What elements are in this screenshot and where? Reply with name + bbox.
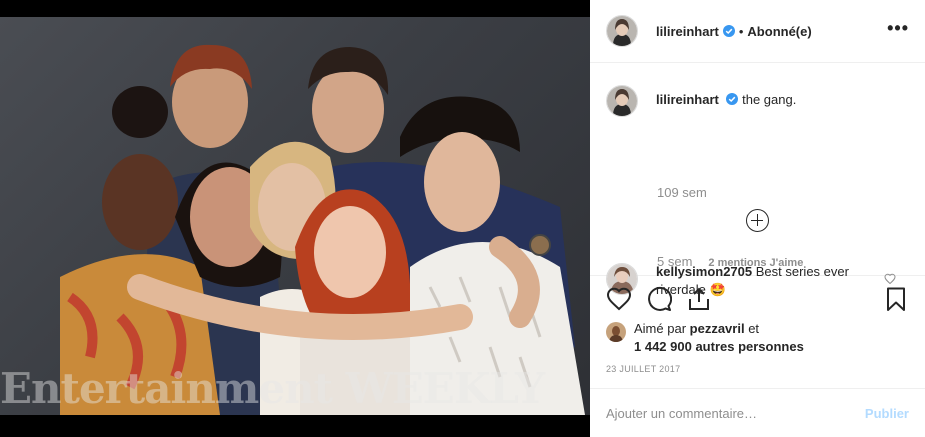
post-actions-bar [606, 286, 909, 312]
post-side-panel: lilireinhart • Abonné(e) ••• lilireinhar… [590, 0, 925, 437]
caption-author-avatar[interactable] [606, 85, 638, 117]
avatar-image [606, 322, 626, 342]
group-photo-illustration [60, 44, 585, 415]
liker-avatar[interactable] [606, 322, 626, 342]
post-date[interactable]: 23 JUILLET 2017 [606, 364, 680, 374]
caption-username[interactable]: lilireinhart [656, 92, 719, 107]
liked-by-prefix: Aimé par [634, 321, 687, 336]
liked-by-summary: Aimé par pezzavril et 1 442 900 autres p… [606, 320, 804, 356]
more-options-icon[interactable]: ••• [887, 18, 909, 39]
comment-likes-count[interactable]: 2 mentions J'aime [708, 257, 803, 269]
comment-meta: 5 sem 2 mentions J'aime [657, 254, 803, 269]
save-bookmark-icon[interactable] [883, 286, 909, 312]
caption-timestamp[interactable]: 109 sem [657, 185, 707, 200]
liked-by-text: Aimé par pezzavril et 1 442 900 autres p… [634, 320, 804, 356]
publish-button[interactable]: Publier [865, 406, 909, 421]
liked-by-user[interactable]: pezzavril [690, 321, 745, 336]
caption-text-block: lilireinhart the gang. [656, 85, 796, 117]
following-button[interactable]: Abonné(e) [747, 24, 811, 39]
post-header: lilireinhart • Abonné(e) ••• [590, 0, 925, 63]
comment-like-heart-icon[interactable] [884, 273, 896, 285]
author-avatar[interactable] [606, 15, 638, 47]
comment-timestamp[interactable]: 5 sem [657, 254, 692, 269]
post-photo-area: Entertainment WEEKLY [0, 0, 590, 437]
author-username[interactable]: lilireinhart [656, 24, 719, 39]
watermark-text: Entertainment WEEKLY [0, 364, 545, 413]
header-separator: • [738, 23, 744, 39]
avatar-image [607, 16, 637, 46]
avatar-image [607, 86, 637, 116]
caption: lilireinhart the gang. [606, 85, 796, 117]
load-more-comments-icon[interactable] [746, 209, 769, 232]
add-comment-bar: Ajouter un commentaire… Publier [590, 388, 925, 437]
liked-by-and: et [748, 321, 760, 336]
verified-badge-icon [726, 93, 739, 105]
post-photo[interactable]: Entertainment WEEKLY [0, 17, 590, 415]
add-comment-input[interactable]: Ajouter un commentaire… [606, 406, 865, 421]
comment-bubble-icon[interactable] [646, 286, 672, 312]
caption-text: the gang. [742, 92, 797, 107]
comments-section: lilireinhart the gang. 109 sem kellysimo… [590, 63, 925, 297]
liked-by-others[interactable]: 1 442 900 autres personnes [634, 339, 804, 354]
like-heart-icon[interactable] [606, 286, 632, 312]
verified-badge-icon [722, 25, 735, 37]
share-icon[interactable] [686, 286, 712, 312]
